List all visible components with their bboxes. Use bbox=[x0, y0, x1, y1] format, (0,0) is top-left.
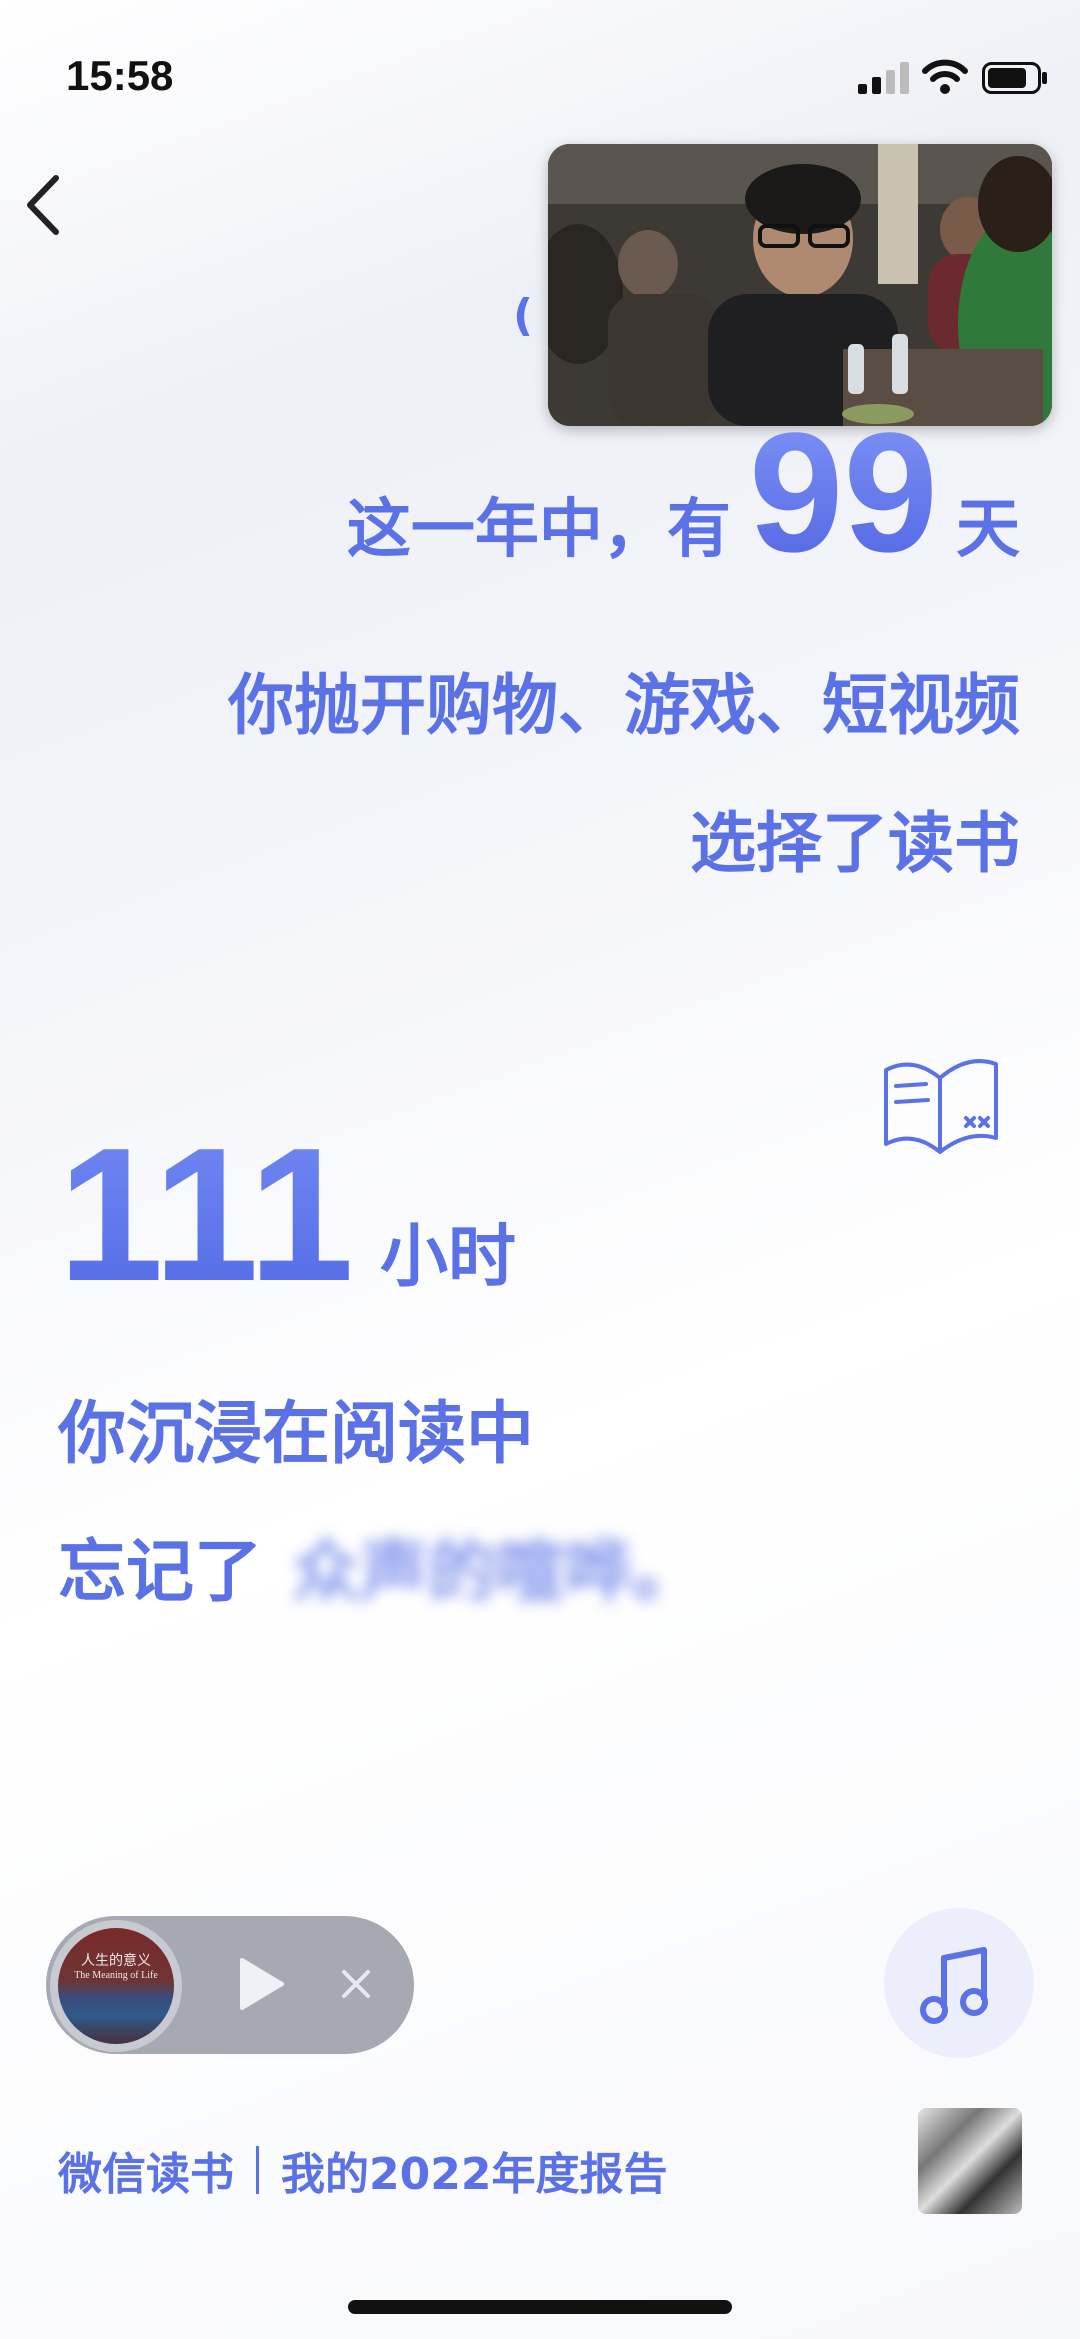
days-number: 99 bbox=[748, 398, 938, 588]
back-chevron-icon[interactable] bbox=[20, 170, 70, 240]
forgot-line: 忘记了 众声的喧哗。 bbox=[58, 1516, 700, 1615]
open-book-icon bbox=[884, 1059, 998, 1154]
immersed-line: 你沉浸在阅读中 bbox=[58, 1395, 535, 1474]
video-frame-icon bbox=[548, 144, 1052, 426]
album-cover[interactable]: 人生的意义 The Meaning of Life bbox=[58, 1928, 174, 2044]
music-note-icon bbox=[920, 1947, 988, 2024]
footer-divider bbox=[256, 2146, 259, 2194]
days-unit: 天 bbox=[956, 493, 1020, 567]
hours-unit: 小时 bbox=[380, 1218, 517, 1297]
report-title: 我的2022年度报告 bbox=[281, 2149, 668, 2200]
forgot-blurred-text: 众声的喧哗。 bbox=[292, 1533, 701, 1612]
home-indicator[interactable] bbox=[348, 2300, 732, 2314]
chose-reading-line: 选择了读书 bbox=[690, 805, 1020, 882]
play-icon[interactable] bbox=[238, 1956, 286, 2012]
forgot-prefix: 忘记了 bbox=[58, 1533, 263, 1612]
album-title-cn: 人生的意义 bbox=[81, 1953, 151, 1969]
brand-name: 微信读书 bbox=[58, 2149, 234, 2200]
footer-branding: 微信读书 我的2022年度报告 bbox=[58, 2138, 667, 2202]
wifi-icon bbox=[922, 59, 968, 94]
status-time: 15:58 bbox=[66, 52, 174, 99]
music-toggle-button[interactable] bbox=[884, 1908, 1034, 2058]
picture-in-picture-video[interactable] bbox=[548, 144, 1052, 426]
status-bar: 15:58 bbox=[0, 0, 1080, 150]
album-title-en: The Meaning of Life bbox=[74, 1970, 158, 1981]
days-line: 这一年中，有 99 天 bbox=[346, 398, 1020, 588]
battery-icon bbox=[982, 62, 1047, 94]
days-prefix: 这一年中，有 bbox=[346, 493, 731, 567]
avatar[interactable] bbox=[918, 2108, 1022, 2214]
abandon-line: 你抛开购物、游戏、短视频 bbox=[228, 667, 1020, 744]
cellular-signal-icon bbox=[858, 62, 909, 94]
paren-fragment: ( bbox=[513, 290, 534, 341]
hours-line: 111 小时 bbox=[58, 1109, 517, 1321]
close-icon[interactable] bbox=[338, 1966, 374, 2002]
hours-number: 111 bbox=[58, 1109, 355, 1321]
